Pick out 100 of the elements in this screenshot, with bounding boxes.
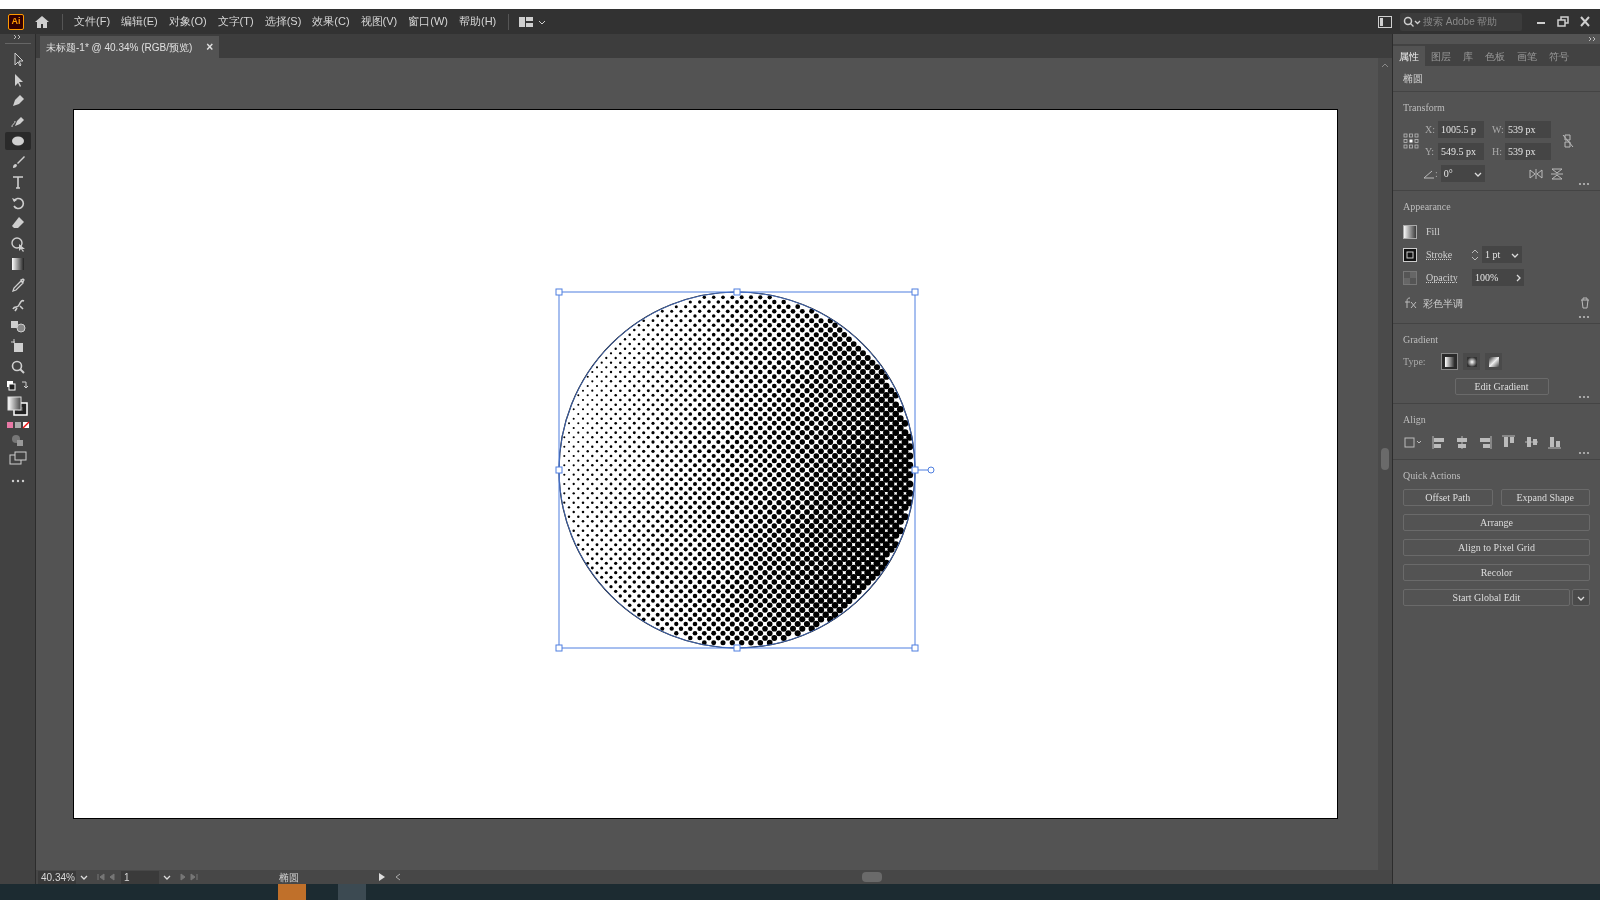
eyedropper-icon — [9, 276, 26, 293]
dropdown-caret-icon[interactable] — [79, 873, 89, 881]
panel-tab[interactable]: 图层 — [1425, 46, 1457, 66]
panel-tab[interactable]: 属性 — [1393, 46, 1425, 66]
tool-button[interactable] — [4, 132, 31, 150]
zoom-icon — [9, 358, 26, 375]
dropdown-button[interactable] — [1572, 589, 1590, 606]
menu-item[interactable]: 视图(V) — [360, 13, 398, 30]
menu-item[interactable]: 帮助(H) — [459, 13, 497, 30]
more-options-icon[interactable] — [1578, 315, 1590, 319]
linear-gradient-icon — [1442, 354, 1457, 369]
field-label: Type: — [1403, 355, 1427, 369]
fill-stroke-swatch-icon[interactable] — [5, 395, 30, 417]
tab-close-button[interactable]: × — [206, 38, 214, 56]
constrain-proportions-icon[interactable] — [1561, 132, 1575, 149]
action-button[interactable]: Expand Shape — [1500, 489, 1590, 506]
action-button[interactable]: Arrange — [1403, 514, 1590, 531]
screen-mode-icon[interactable] — [8, 451, 27, 465]
eraser-icon — [9, 215, 26, 231]
input-field[interactable]: 1005.5 p — [1438, 121, 1484, 138]
collapse-icon[interactable] — [1588, 36, 1596, 42]
panel-tab[interactable]: 符号 — [1543, 46, 1575, 66]
scrollbar-thumb[interactable] — [862, 872, 882, 882]
dropdown-caret-icon[interactable] — [162, 873, 172, 881]
document-tab[interactable]: 未标题-1* @ 40.34% (RGB/预览) × — [40, 36, 220, 58]
collapse-icon[interactable] — [12, 34, 23, 40]
flip-horizontal-icon[interactable] — [1528, 168, 1543, 179]
input-field[interactable]: 539 px — [1505, 121, 1551, 138]
action-button[interactable]: Start Global Edit — [1403, 589, 1570, 606]
menu-item[interactable]: 编辑(E) — [121, 13, 158, 30]
edit-gradient-button[interactable]: Edit Gradient — [1454, 378, 1549, 395]
panel-tab[interactable]: 色板 — [1479, 46, 1511, 66]
more-options-icon[interactable] — [1578, 395, 1590, 399]
align-bottom-icon[interactable] — [1547, 435, 1561, 449]
trash-icon[interactable] — [1580, 297, 1590, 309]
freeform-gradient-icon — [1486, 354, 1501, 369]
more-options-icon[interactable] — [1578, 182, 1590, 186]
zoom-field[interactable]: 40.34% — [38, 870, 76, 884]
align-top-icon[interactable] — [1501, 435, 1515, 449]
action-button[interactable]: Recolor — [1403, 564, 1590, 581]
more-options-icon[interactable] — [1578, 451, 1590, 455]
opacity-field[interactable]: 100% — [1472, 269, 1524, 286]
panel-tab[interactable]: 库 — [1457, 46, 1479, 66]
menu-item[interactable]: 文件(F) — [74, 13, 111, 30]
angle-field[interactable]: 0° — [1440, 165, 1485, 182]
color-mode-icons[interactable] — [5, 421, 30, 429]
row-label[interactable]: Stroke — [1426, 247, 1470, 262]
more-tools-icon[interactable] — [10, 479, 25, 483]
field-label: X: — [1425, 123, 1435, 137]
menu-item[interactable]: 选择(S) — [264, 13, 302, 30]
align-right-icon[interactable] — [1478, 435, 1492, 449]
action-button[interactable]: Align to Pixel Grid — [1403, 539, 1590, 556]
gradient-type-button[interactable] — [1485, 353, 1502, 370]
reference-point-icon[interactable] — [1403, 132, 1419, 149]
field-label: Y: — [1425, 145, 1435, 159]
angle-icon — [1423, 168, 1435, 179]
align-middle-icon[interactable] — [1524, 435, 1538, 449]
section-title: Gradient — [1403, 333, 1439, 347]
puppet-warp-icon — [9, 297, 26, 313]
panel-toggle-icon[interactable] — [1378, 15, 1392, 28]
fx-icon — [1403, 297, 1419, 309]
swap-colors-icon[interactable] — [4, 380, 31, 392]
align-left-icon[interactable] — [1432, 435, 1446, 449]
radial-gradient-icon — [1464, 354, 1479, 369]
scroll-up-icon[interactable] — [1381, 62, 1389, 68]
play-icon[interactable] — [378, 873, 386, 881]
shape-builder-icon — [9, 235, 26, 252]
align-center-icon[interactable] — [1455, 435, 1469, 449]
align-to-icon[interactable] — [1403, 435, 1423, 449]
action-button[interactable]: Offset Path — [1403, 489, 1493, 506]
menu-item[interactable]: 效果(C) — [312, 13, 350, 30]
home-icon[interactable] — [34, 14, 50, 29]
page-field[interactable]: 1 — [121, 870, 159, 884]
panel-tab[interactable]: 画笔 — [1511, 46, 1543, 66]
gradient-type-button[interactable] — [1441, 353, 1458, 370]
section-title: Align — [1403, 413, 1427, 427]
stepper-icon[interactable] — [1470, 247, 1480, 262]
input-field[interactable]: 539 px — [1505, 143, 1551, 160]
input-field[interactable]: 549.5 px — [1438, 143, 1484, 160]
menu-item[interactable]: 对象(O) — [168, 13, 207, 30]
search-field[interactable]: 搜索 Adobe 帮助 — [1400, 12, 1522, 31]
row-label[interactable]: Opacity — [1426, 270, 1470, 285]
fill-swatch-icon[interactable] — [1403, 224, 1417, 239]
row-label: Fill — [1426, 225, 1441, 239]
field-label: W: — [1492, 123, 1502, 137]
search-icon — [1403, 15, 1421, 28]
section-title: Transform — [1403, 101, 1446, 115]
stroke-swatch-icon[interactable] — [1403, 247, 1417, 262]
menu-item[interactable]: 文字(T) — [217, 13, 254, 30]
field-label: : — [1435, 167, 1438, 181]
scroll-left-icon[interactable] — [394, 873, 402, 881]
gradient-type-button[interactable] — [1463, 353, 1480, 370]
effect-link[interactable]: 彩色半调 — [1423, 295, 1463, 311]
flip-vertical-icon[interactable] — [1550, 167, 1563, 180]
draw-mode-icon[interactable] — [9, 433, 26, 447]
scrollbar-thumb[interactable] — [1381, 448, 1389, 470]
section-title: Appearance — [1403, 200, 1452, 214]
stroke-weight-field[interactable]: 1 pt — [1482, 246, 1522, 263]
gradient-icon — [9, 256, 26, 272]
menu-item[interactable]: 窗口(W) — [408, 13, 448, 30]
